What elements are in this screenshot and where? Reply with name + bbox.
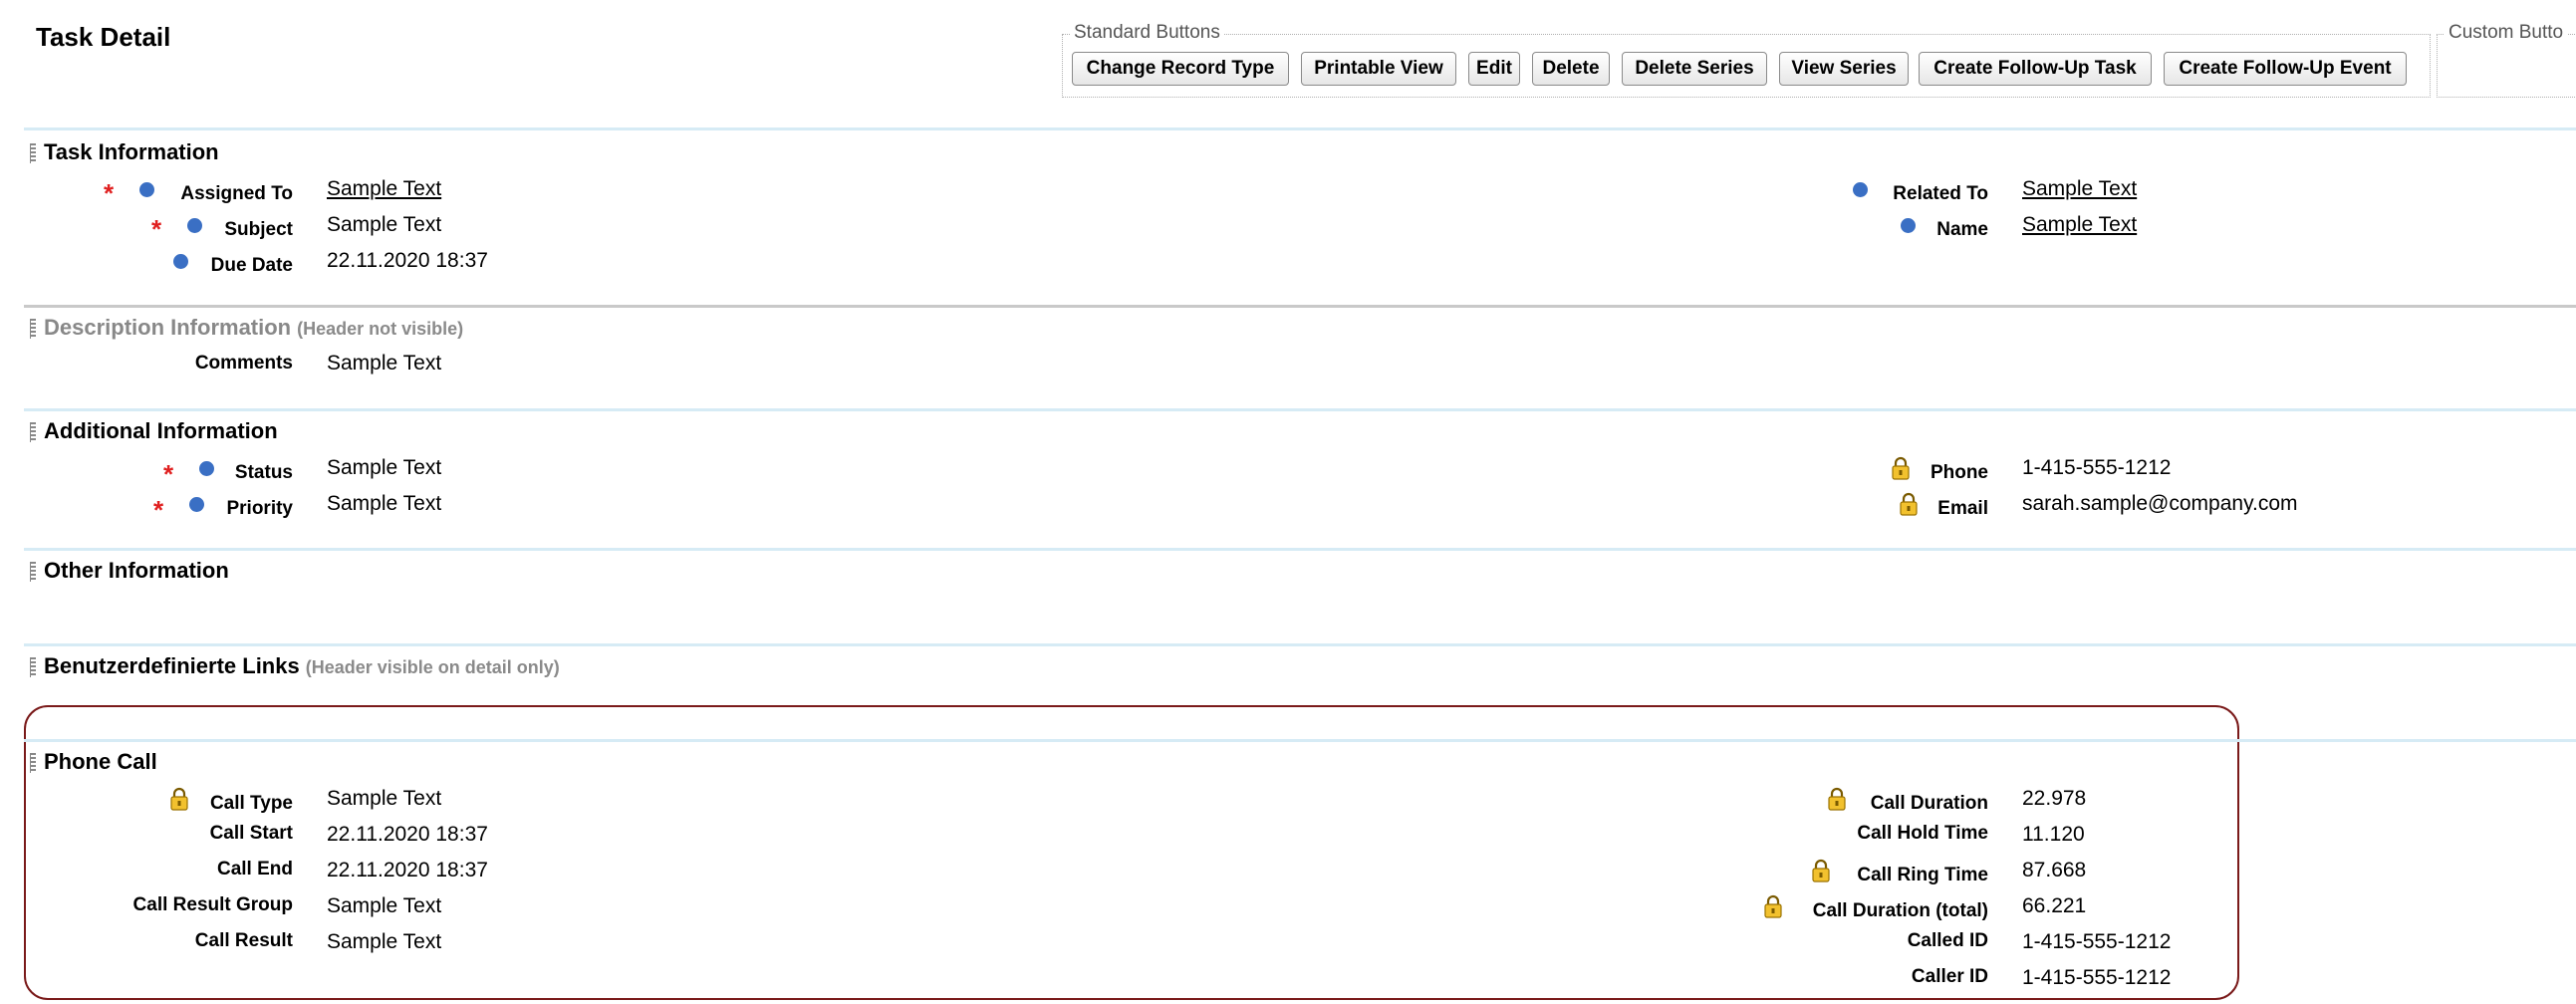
drag-handle-icon[interactable] xyxy=(30,143,36,163)
field-label: Called ID xyxy=(1907,930,1988,951)
section-divider xyxy=(24,548,2576,551)
drag-handle-icon[interactable] xyxy=(30,562,36,582)
section-title-phone-call: Phone Call xyxy=(44,749,157,774)
create-follow-up-event-button[interactable]: Create Follow-Up Event xyxy=(2164,52,2407,86)
custom-buttons-legend: Custom Butto xyxy=(2445,22,2568,44)
lock-icon xyxy=(1900,492,1918,516)
caller-id-value: 1-415-555-1212 xyxy=(2022,966,2172,989)
field-label: Call Duration xyxy=(1870,793,1988,814)
required-asterisk-icon: * xyxy=(163,459,174,489)
required-asterisk-icon: * xyxy=(153,495,164,525)
edit-button[interactable]: Edit xyxy=(1468,52,1520,86)
call-type-value: Sample Text xyxy=(327,787,442,810)
lock-icon xyxy=(170,787,188,811)
standard-buttons-legend: Standard Buttons xyxy=(1070,22,1224,44)
field-label: Due Date xyxy=(210,255,293,276)
field-label: Subject xyxy=(224,219,293,240)
name-link[interactable]: Sample Text xyxy=(2022,213,2137,237)
field-label: Call Type xyxy=(209,793,293,814)
field-dot-icon xyxy=(1853,182,1868,197)
delete-button[interactable]: Delete xyxy=(1532,52,1610,86)
field-label: Related To xyxy=(1893,183,1988,204)
field-dot-icon xyxy=(173,254,188,269)
section-note: (Header not visible) xyxy=(297,319,464,339)
field-label: Call Start xyxy=(209,823,293,844)
drag-handle-icon[interactable] xyxy=(30,657,36,677)
view-series-button[interactable]: View Series xyxy=(1779,52,1909,86)
drag-handle-icon[interactable] xyxy=(30,319,36,339)
section-divider xyxy=(24,643,2576,646)
field-label: Status xyxy=(234,462,293,483)
related-to-link[interactable]: Sample Text xyxy=(2022,177,2137,201)
drag-handle-icon[interactable] xyxy=(30,422,36,442)
drag-handle-icon[interactable] xyxy=(30,753,36,773)
field-label: Call End xyxy=(216,859,293,879)
section-title-text: Description Information xyxy=(44,315,292,340)
assigned-to-link[interactable]: Sample Text xyxy=(327,177,441,201)
call-result-value: Sample Text xyxy=(327,930,442,953)
call-ring-time-value: 87.668 xyxy=(2022,859,2087,881)
field-label: Name xyxy=(1936,219,1988,240)
section-divider xyxy=(24,305,2576,308)
field-label: Call Hold Time xyxy=(1857,823,1988,844)
field-dot-icon xyxy=(1901,218,1916,233)
section-divider xyxy=(24,408,2576,411)
field-label: Call Duration (total) xyxy=(1812,900,1988,921)
call-start-value: 22.11.2020 18:37 xyxy=(327,823,488,846)
field-label: Comments xyxy=(194,353,293,374)
field-label: Caller ID xyxy=(1911,966,1988,987)
call-hold-time-value: 11.120 xyxy=(2022,823,2085,846)
call-result-group-value: Sample Text xyxy=(327,894,442,917)
section-title-task-information: Task Information xyxy=(44,139,219,164)
lock-icon xyxy=(1892,456,1910,480)
call-end-value: 22.11.2020 18:37 xyxy=(327,859,488,881)
phone-call-highlight-box xyxy=(24,705,2239,1000)
subject-value: Sample Text xyxy=(327,213,442,236)
field-dot-icon xyxy=(139,182,154,197)
delete-series-button[interactable]: Delete Series xyxy=(1622,52,1767,86)
required-asterisk-icon: * xyxy=(151,214,162,244)
phone-value: 1-415-555-1212 xyxy=(2022,456,2172,479)
section-title-text: Benutzerdefinierte Links xyxy=(44,653,300,678)
call-duration-total-value: 66.221 xyxy=(2022,894,2087,917)
lock-icon xyxy=(1764,894,1782,918)
call-duration-value: 22.978 xyxy=(2022,787,2087,810)
required-asterisk-icon: * xyxy=(104,178,115,208)
field-label: Assigned To xyxy=(180,183,293,204)
field-label: Call Result xyxy=(194,930,293,951)
page-title: Task Detail xyxy=(36,22,171,52)
section-divider xyxy=(24,739,2576,742)
field-label: Call Ring Time xyxy=(1857,865,1988,885)
lock-icon xyxy=(1828,787,1846,811)
section-title-custom-links: Benutzerdefinierte Links (Header visible … xyxy=(44,653,560,679)
change-record-type-button[interactable]: Change Record Type xyxy=(1072,52,1289,86)
section-divider xyxy=(24,127,2576,130)
status-value: Sample Text xyxy=(327,456,442,479)
printable-view-button[interactable]: Printable View xyxy=(1301,52,1456,86)
field-dot-icon xyxy=(189,497,204,512)
section-note: (Header visible on detail only) xyxy=(305,657,560,677)
field-label: Call Result Group xyxy=(132,894,293,915)
email-value: sarah.sample@company.com xyxy=(2022,492,2298,515)
section-title-additional-information: Additional Information xyxy=(44,418,278,443)
field-label: Priority xyxy=(226,498,293,519)
due-date-value: 22.11.2020 18:37 xyxy=(327,249,488,272)
called-id-value: 1-415-555-1212 xyxy=(2022,930,2172,953)
priority-value: Sample Text xyxy=(327,492,442,515)
comments-value: Sample Text xyxy=(327,352,442,375)
field-label: Email xyxy=(1937,498,1988,519)
section-title-other-information: Other Information xyxy=(44,558,229,583)
field-label: Phone xyxy=(1930,462,1988,483)
field-dot-icon xyxy=(187,218,202,233)
create-follow-up-task-button[interactable]: Create Follow-Up Task xyxy=(1919,52,2152,86)
lock-icon xyxy=(1812,859,1830,882)
field-dot-icon xyxy=(199,461,214,476)
section-title-description-information: Description Information (Header not visib… xyxy=(44,315,463,341)
